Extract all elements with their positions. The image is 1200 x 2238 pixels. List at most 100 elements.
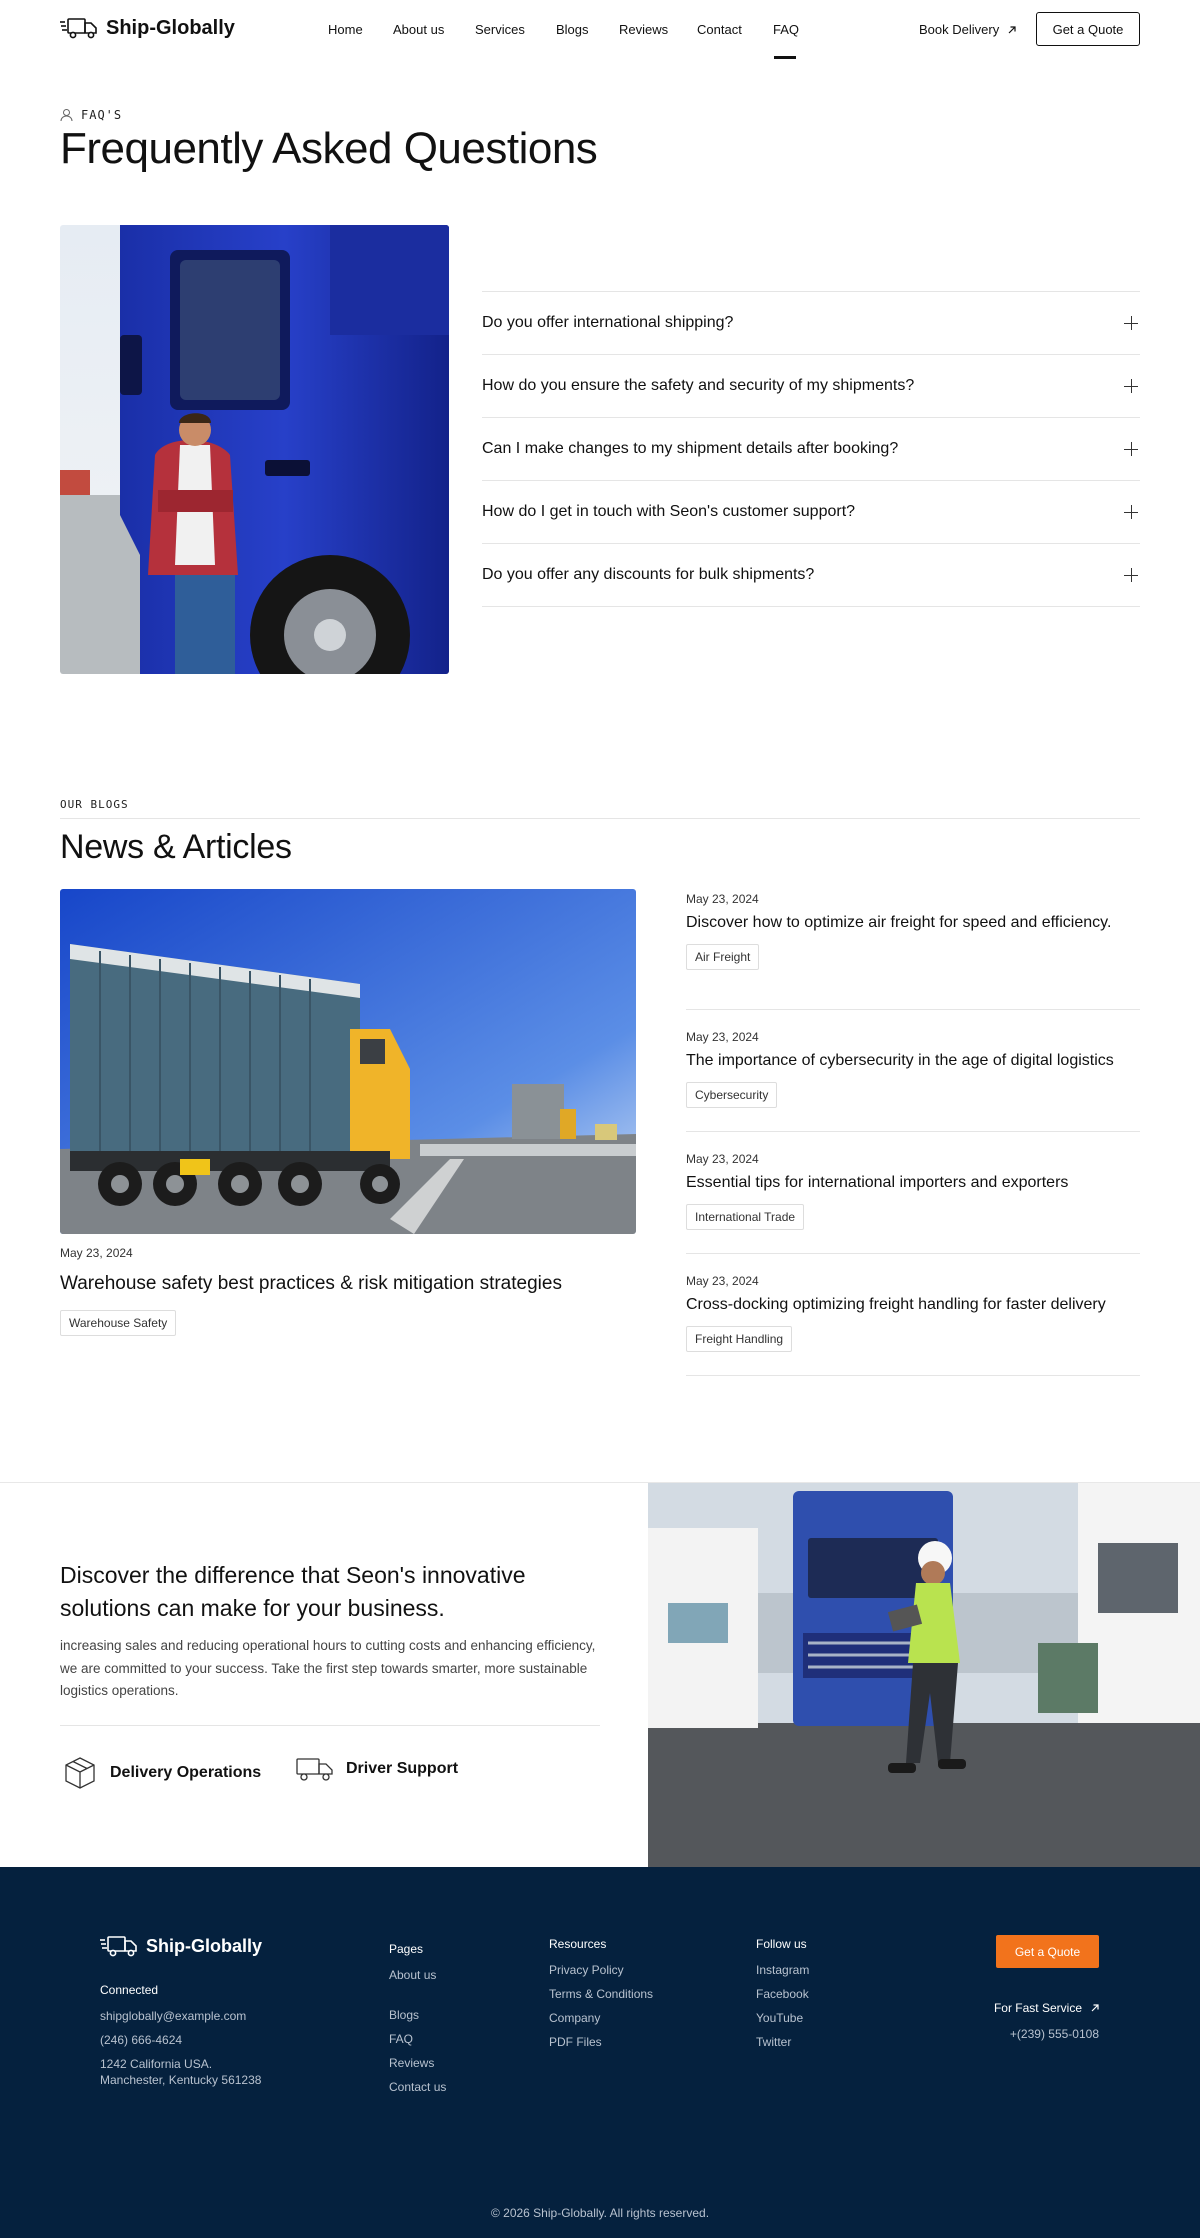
arrow-up-right-icon: [1091, 2004, 1099, 2012]
book-delivery-label: Book Delivery: [919, 22, 1000, 37]
faq-question: Do you offer international shipping?: [482, 314, 734, 331]
fast-service-label: For Fast Service: [993, 2001, 1082, 2015]
post-tag[interactable]: Cybersecurity: [686, 1082, 778, 1108]
brand-name: Ship-Globally: [106, 16, 235, 39]
list-item[interactable]: May 23, 2024 The importance of cybersecu…: [686, 1010, 1140, 1132]
post-tag[interactable]: Air Freight: [686, 944, 760, 970]
truck-logo-icon: [60, 18, 97, 39]
post-tag[interactable]: International Trade: [686, 1204, 805, 1230]
faq-item[interactable]: Do you offer international shipping?: [482, 292, 1140, 355]
faq-question: Can I make changes to my shipment detail…: [482, 440, 899, 457]
footer-contact: Connected shipglobally@example.com (246)…: [100, 1983, 261, 2097]
follow-heading: Follow us: [756, 1937, 807, 1951]
cta-trucks-worker-image: [648, 1483, 1200, 1868]
post-title[interactable]: Cross-docking optimizing freight handlin…: [686, 1296, 1140, 1314]
nav-services[interactable]: Services: [475, 22, 525, 37]
plus-icon[interactable]: [1124, 379, 1138, 393]
footer-address-line1: 1242 California USA.: [100, 2057, 213, 2071]
social-link[interactable]: Facebook: [756, 1987, 809, 2001]
list-item[interactable]: May 23, 2024 Discover how to optimize ai…: [686, 888, 1140, 1010]
plus-icon[interactable]: [1124, 505, 1138, 519]
faq-question: How do you ensure the safety and securit…: [482, 377, 915, 394]
faq-item[interactable]: Can I make changes to my shipment detail…: [482, 418, 1140, 481]
faq-question: How do I get in touch with Seon's custom…: [482, 503, 856, 520]
footer-pages: Pages About us Blogs FAQ Reviews Contact…: [389, 1942, 446, 2104]
blog-eyebrow: OUR BLOGS: [60, 798, 129, 811]
site-header: Ship-Globally Home About us Services Blo…: [0, 0, 1200, 60]
faq-item[interactable]: How do you ensure the safety and securit…: [482, 355, 1140, 418]
plus-icon[interactable]: [1124, 568, 1138, 582]
pages-heading: Pages: [389, 1942, 424, 1956]
feature-delivery-operations: Delivery Operations: [62, 1755, 261, 1791]
nav-about[interactable]: About us: [393, 22, 444, 37]
cta-body: increasing sales and reducing operationa…: [60, 1638, 596, 1698]
social-link[interactable]: YouTube: [756, 2011, 809, 2025]
footer-link[interactable]: Reviews: [389, 2056, 446, 2070]
footer-link[interactable]: Company: [549, 2011, 653, 2025]
post-title[interactable]: Essential tips for international importe…: [686, 1174, 1140, 1192]
nav-reviews[interactable]: Reviews: [619, 22, 668, 37]
box-icon: [65, 1757, 95, 1789]
featured-post-title[interactable]: Warehouse safety best practices & risk m…: [60, 1273, 562, 1295]
divider: [60, 818, 1140, 819]
nav-faq[interactable]: FAQ: [773, 22, 799, 37]
footer-link[interactable]: Contact us: [389, 2080, 446, 2094]
copyright: © 2026 Ship-Globally. All rights reserve…: [490, 2206, 710, 2220]
fast-service-phone[interactable]: +(239) 555-0108: [960, 2027, 1099, 2041]
faq-eyebrow: FAQ'S: [60, 108, 122, 122]
footer-email[interactable]: shipglobally@example.com: [100, 2009, 261, 2023]
resources-heading: Resources: [549, 1937, 607, 1951]
plus-icon[interactable]: [1124, 442, 1138, 456]
footer-link[interactable]: PDF Files: [549, 2035, 653, 2049]
blog-section-title: News & Articles: [60, 828, 292, 866]
social-link[interactable]: Twitter: [756, 2035, 809, 2049]
feature-label: Delivery Operations: [110, 1764, 262, 1781]
truck-icon: [296, 1758, 333, 1781]
book-delivery-link[interactable]: Book Delivery: [919, 22, 1017, 37]
post-tag[interactable]: Warehouse Safety: [60, 1310, 177, 1336]
footer-link[interactable]: Privacy Policy: [549, 1963, 653, 1977]
footer-resources: Resources Privacy Policy Terms & Conditi…: [549, 1937, 653, 2059]
post-date: May 23, 2024: [60, 1246, 133, 1260]
post-title[interactable]: The importance of cybersecurity in the a…: [686, 1052, 1140, 1070]
footer-link[interactable]: Terms & Conditions: [549, 1987, 653, 2001]
footer-get-quote-button[interactable]: Get a Quote: [996, 1935, 1099, 1968]
faq-item[interactable]: Do you offer any discounts for bulk ship…: [482, 544, 1140, 607]
footer-link[interactable]: Blogs: [389, 2008, 446, 2022]
plus-icon[interactable]: [1124, 316, 1138, 330]
site-footer: Ship-Globally Connected shipglobally@exa…: [0, 1867, 1200, 2238]
nav-home[interactable]: Home: [328, 22, 363, 37]
faq-accordion: Do you offer international shipping? How…: [482, 291, 1140, 607]
footer-brand-logo[interactable]: Ship-Globally: [100, 1934, 262, 1958]
divider: [60, 1725, 600, 1726]
fast-service-link[interactable]: For Fast Service: [990, 2001, 1100, 2015]
social-link[interactable]: Instagram: [756, 1963, 809, 1977]
brand-logo[interactable]: Ship-Globally: [60, 16, 235, 40]
footer-link[interactable]: FAQ: [389, 2032, 446, 2046]
post-date: May 23, 2024: [686, 892, 759, 906]
post-title[interactable]: Discover how to optimize air freight for…: [686, 914, 1140, 932]
faq-item[interactable]: How do I get in touch with Seon's custom…: [482, 481, 1140, 544]
feature-driver-support: Driver Support: [296, 1755, 458, 1783]
contact-heading: Connected: [100, 1983, 159, 1997]
footer-address-line2: Manchester, Kentucky 561238: [100, 2073, 262, 2087]
feature-label: Driver Support: [346, 1760, 459, 1777]
post-date: May 23, 2024: [686, 1030, 759, 1044]
arrow-up-right-icon: [1008, 25, 1016, 33]
get-quote-button[interactable]: Get a Quote: [1036, 12, 1140, 46]
faq-truck-driver-image: [60, 225, 449, 674]
footer-link[interactable]: About us: [389, 1968, 446, 1982]
nav-active-indicator: [774, 56, 796, 59]
cta-section: Discover the difference that Seon's inno…: [0, 1482, 1200, 1868]
nav-contact[interactable]: Contact: [697, 22, 742, 37]
list-item[interactable]: May 23, 2024 Essential tips for internat…: [686, 1132, 1140, 1254]
nav-blogs[interactable]: Blogs: [556, 22, 589, 37]
featured-post-image[interactable]: [60, 889, 636, 1234]
faq-question: Do you offer any discounts for bulk ship…: [482, 566, 815, 583]
list-item[interactable]: May 23, 2024 Cross-docking optimizing fr…: [686, 1254, 1140, 1376]
post-tag[interactable]: Freight Handling: [686, 1326, 793, 1352]
cta-text-block: Discover the difference that Seon's inno…: [60, 1559, 600, 1703]
footer-phone[interactable]: (246) 666-4624: [100, 2033, 261, 2047]
post-date: May 23, 2024: [686, 1274, 759, 1288]
truck-logo-icon: [100, 1936, 137, 1957]
